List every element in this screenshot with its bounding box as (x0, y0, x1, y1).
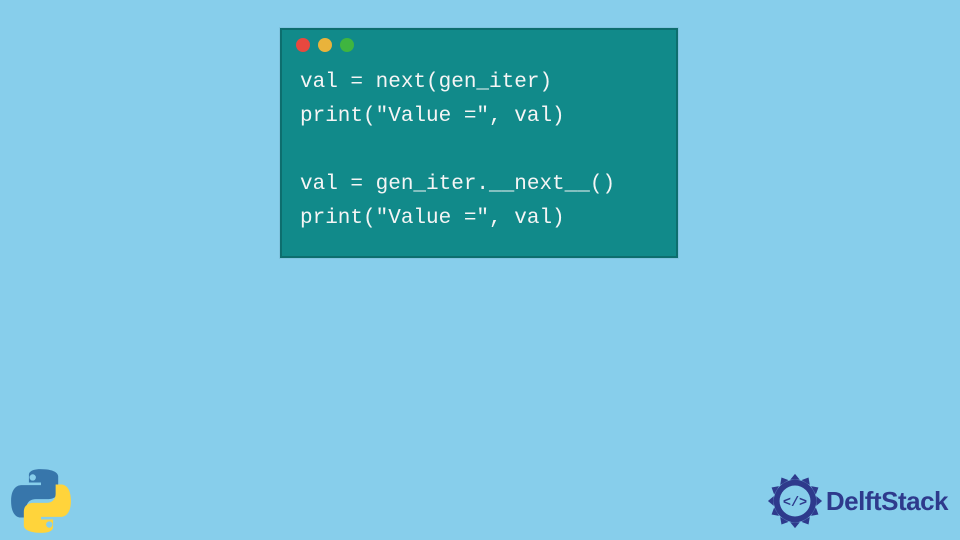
window-titlebar (282, 30, 676, 60)
code-line: val = next(gen_iter) (300, 71, 552, 94)
python-logo-icon (6, 466, 76, 536)
code-line: print("Value =", val) (300, 105, 565, 128)
code-line: val = gen_iter.__next__() (300, 173, 615, 196)
brand-name: DelftStack (826, 486, 948, 517)
close-icon (296, 38, 310, 52)
svg-text:</>: </> (783, 496, 807, 511)
code-block: val = next(gen_iter) print("Value =", va… (282, 60, 676, 256)
code-line: print("Value =", val) (300, 207, 565, 230)
minimize-icon (318, 38, 332, 52)
code-window: val = next(gen_iter) print("Value =", va… (280, 28, 678, 258)
delftstack-logo: </> DelftStack (766, 472, 948, 530)
maximize-icon (340, 38, 354, 52)
gear-icon: </> (766, 472, 824, 530)
